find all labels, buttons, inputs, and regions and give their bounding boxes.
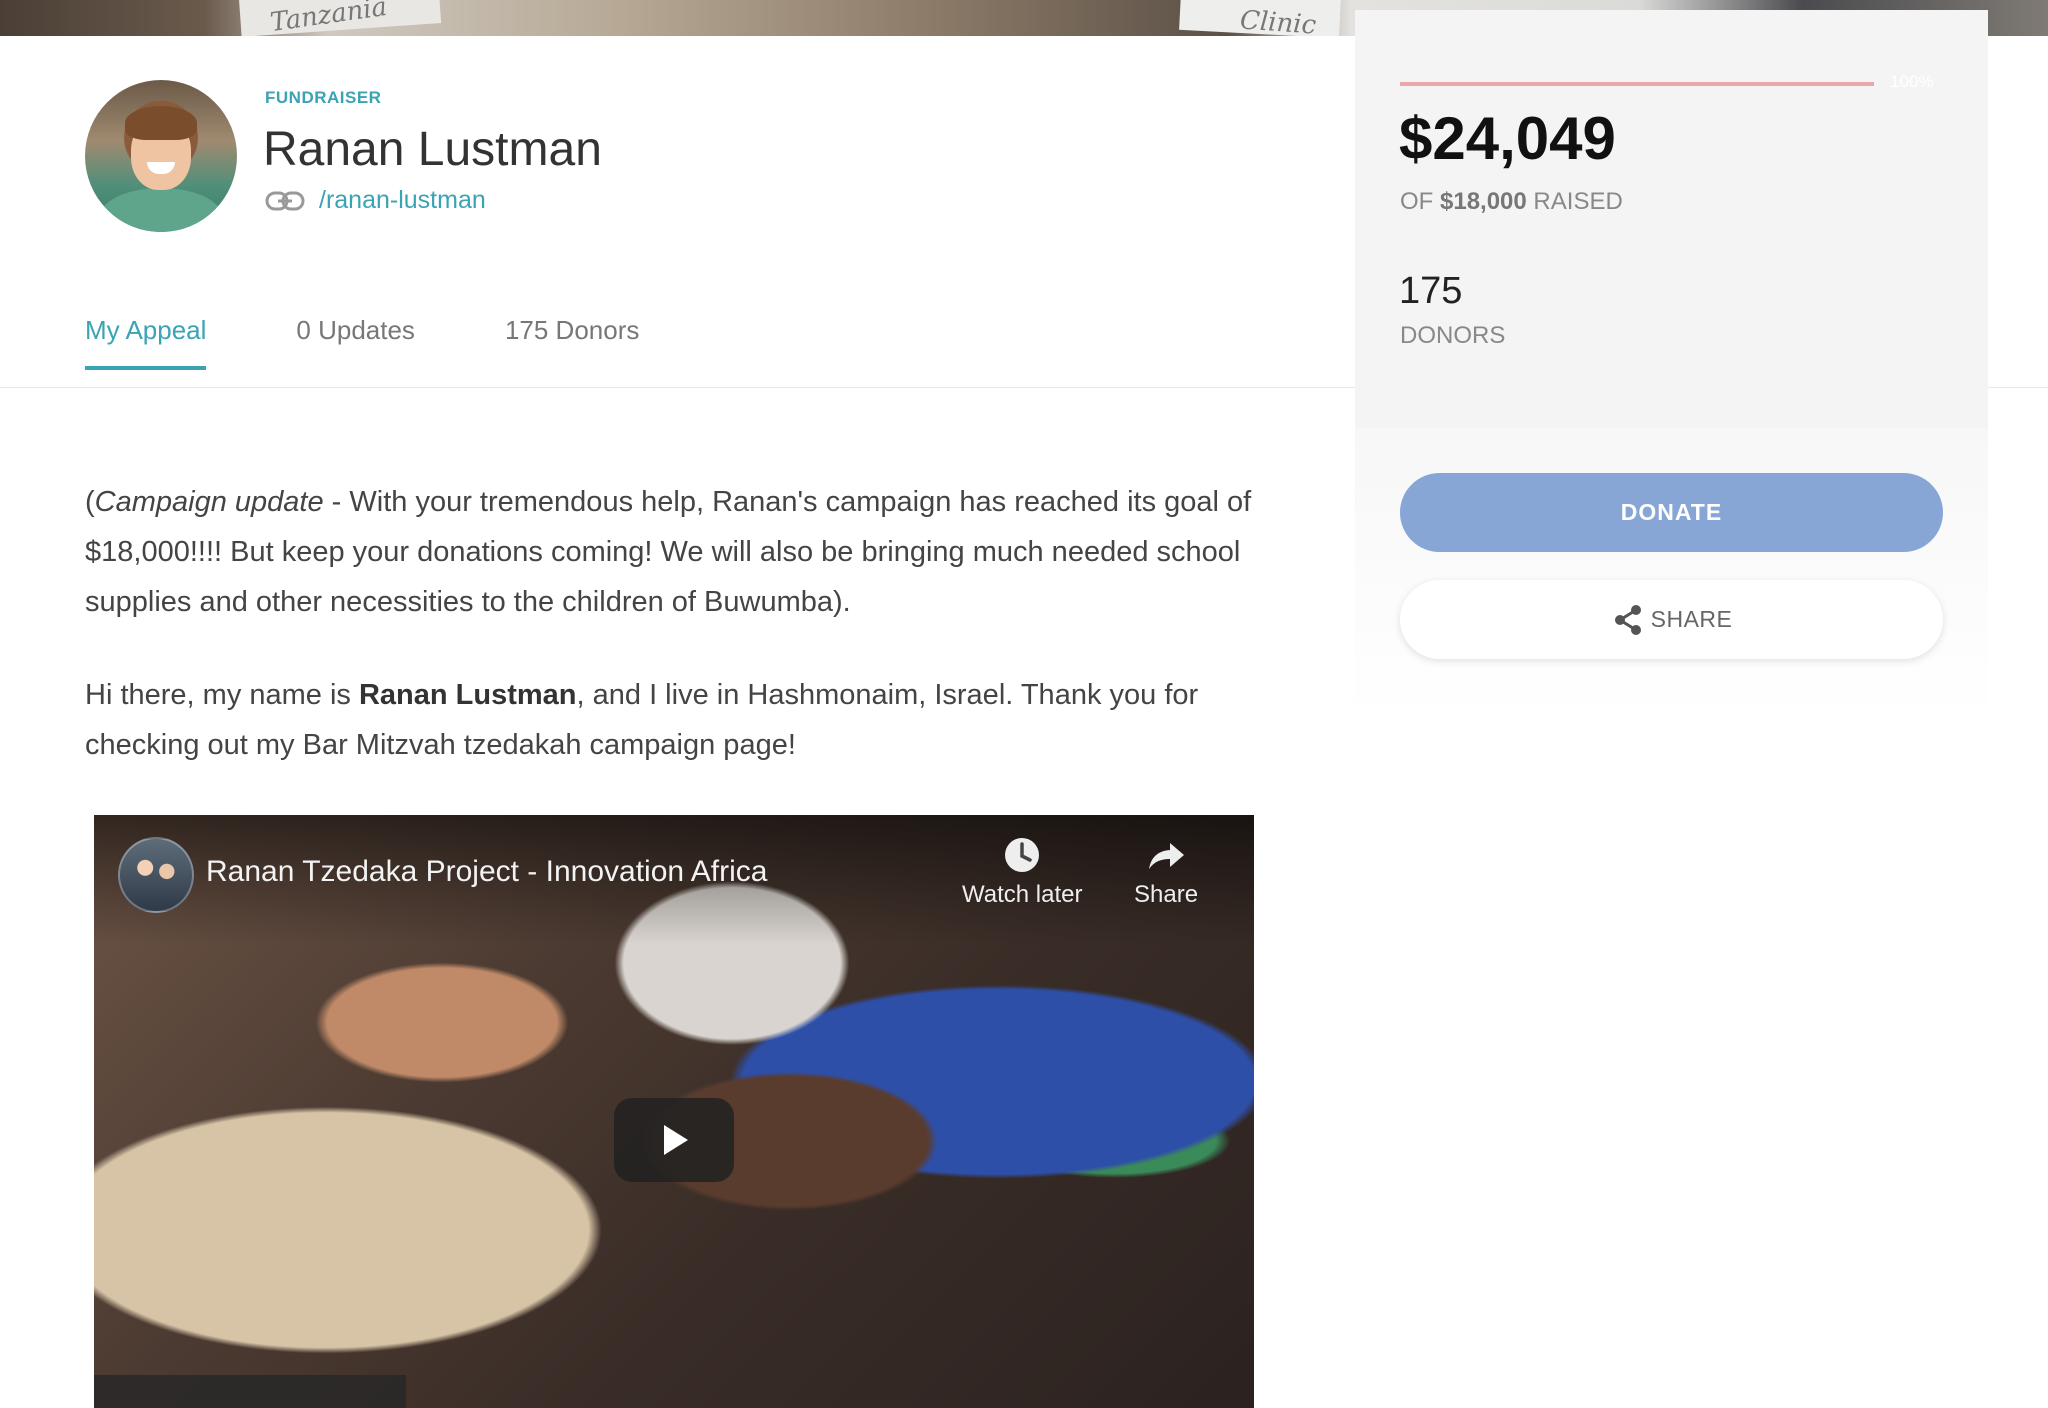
- fundraiser-eyebrow: FUNDRAISER: [265, 88, 382, 107]
- share-label: SHARE: [1650, 606, 1733, 632]
- avatar: [85, 80, 237, 232]
- video-bottom-bar[interactable]: [94, 1375, 406, 1408]
- play-icon: [664, 1125, 688, 1155]
- tab-bar: My Appeal 0 Updates 175 Donors: [85, 315, 639, 370]
- fundraiser-slug-link[interactable]: /ranan-lustman: [319, 186, 486, 215]
- watch-later-button[interactable]: Watch later: [962, 835, 1082, 909]
- share-button[interactable]: SHARE: [1400, 580, 1943, 659]
- intro-before: Hi there, my name is: [85, 679, 359, 711]
- play-button[interactable]: [614, 1098, 734, 1182]
- fundraiser-name: Ranan Lustman: [263, 123, 602, 176]
- progress-bar: [1400, 82, 1874, 86]
- donors-label: DONORS: [1400, 322, 1506, 349]
- goal-text: OF $18,000 RAISED: [1400, 188, 1623, 216]
- goal-amount: $18,000: [1440, 188, 1527, 215]
- tab-donors[interactable]: 175 Donors: [505, 315, 639, 368]
- fundraiser-link: /ranan-lustman: [265, 186, 486, 215]
- goal-suffix: RAISED: [1526, 188, 1623, 215]
- video-share-button[interactable]: Share: [1134, 835, 1198, 909]
- intro-name: Ranan Lustman: [358, 679, 577, 711]
- campaign-update-emphasis: Campaign update: [94, 486, 324, 518]
- link-icon: [265, 191, 305, 210]
- share-icon: [1614, 604, 1641, 635]
- tab-my-appeal[interactable]: My Appeal: [85, 315, 207, 370]
- progress-percent: 100%: [1890, 72, 1934, 91]
- progress-bar-fill: [1400, 82, 1874, 86]
- hero-caption-right: Clinic: [1239, 5, 1318, 36]
- open-paren: (: [85, 486, 95, 518]
- donors-count: 175: [1399, 270, 1463, 312]
- watch-later-label: Watch later: [962, 881, 1083, 908]
- video-title[interactable]: Ranan Tzedaka Project - Innovation Afric…: [206, 855, 767, 889]
- donation-actions-panel: [1355, 428, 1988, 718]
- clock-icon: [1005, 838, 1040, 872]
- video-embed[interactable]: Ranan Tzedaka Project - Innovation Afric…: [94, 815, 1254, 1408]
- campaign-update-paragraph: (Campaign update - With your tremendous …: [85, 477, 1265, 627]
- donate-button[interactable]: DONATE: [1400, 473, 1943, 552]
- tab-updates[interactable]: 0 Updates: [296, 315, 415, 368]
- video-share-label: Share: [1134, 881, 1199, 908]
- goal-prefix: OF: [1400, 188, 1440, 215]
- intro-paragraph: Hi there, my name is Ranan Lustman, and …: [85, 670, 1265, 770]
- share-arrow-icon: [1149, 843, 1185, 869]
- raised-amount: $24,049: [1399, 105, 1616, 172]
- channel-avatar[interactable]: [118, 837, 194, 913]
